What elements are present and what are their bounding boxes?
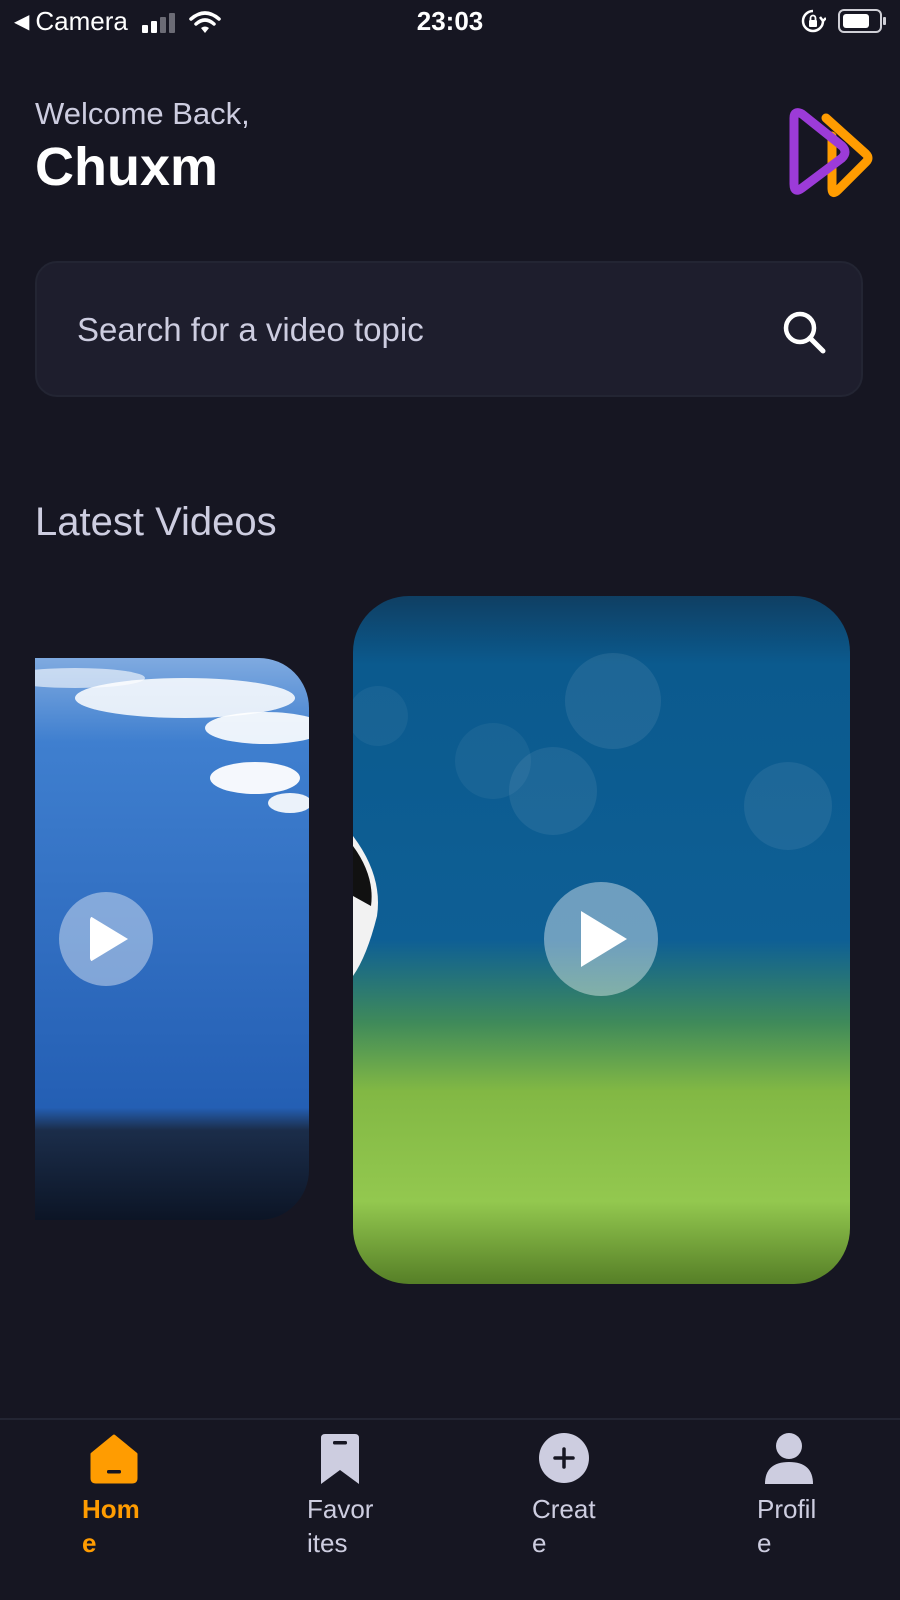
app-logo-icon [789,108,873,198]
tab-label: Create [532,1494,596,1558]
home-icon [90,1434,138,1484]
search-icon[interactable] [781,309,827,355]
play-icon[interactable] [544,882,658,996]
bookmark-icon [321,1434,359,1484]
search-input[interactable] [75,263,779,397]
status-right [800,8,886,34]
video-card-featured[interactable] [353,596,850,1284]
search-bar [35,261,863,397]
profile-icon [765,1433,813,1484]
plus-circle-icon [539,1433,589,1483]
battery-icon [838,9,886,33]
latest-videos-title: Latest Videos [35,500,277,544]
video-card[interactable] [35,658,309,1220]
tab-label: Home [82,1494,140,1558]
tab-label: Favorites [307,1494,374,1558]
bottom-tab-bar: Home Favorites Create Profile [0,1418,900,1600]
play-icon[interactable] [59,892,153,986]
username: Chuxm [35,137,219,197]
status-bar: ◀ Camera 23:03 [0,0,900,46]
welcome-text: Welcome Back, [35,96,250,131]
status-time: 23:03 [416,6,484,36]
rotation-lock-icon [801,9,826,33]
home-screen: ◀ Camera 23:03 Welcome Back, Chuxm Searc… [0,0,900,1600]
tab-label: Profile [757,1494,817,1558]
